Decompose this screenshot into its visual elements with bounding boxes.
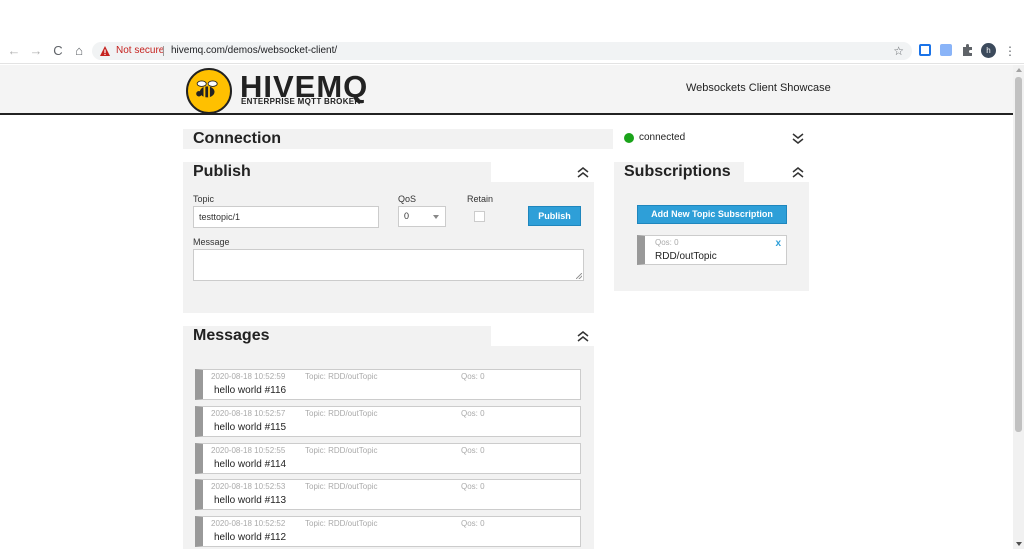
- browser-tab-strip: [0, 0, 1024, 38]
- message-topic: Topic: RDD/outTopic: [305, 519, 378, 528]
- message-item: 2020-08-18 10:52:57 Topic: RDD/outTopic …: [195, 406, 581, 437]
- chevron-down-icon: [433, 215, 439, 219]
- extension-cast-icon[interactable]: [919, 44, 931, 56]
- message-payload: hello world #115: [214, 422, 287, 433]
- extensions-puzzle-icon[interactable]: [961, 44, 973, 56]
- connection-status-dot: [624, 133, 634, 143]
- message-item: 2020-08-18 10:52:52 Topic: RDD/outTopic …: [195, 516, 581, 547]
- page-content: HIVEMQ ENTERPRISE MQTT BROKER Websockets…: [0, 65, 1013, 549]
- message-label: Message: [193, 237, 230, 247]
- add-subscription-button[interactable]: Add New Topic Subscription: [637, 205, 787, 224]
- collapse-publish-icon[interactable]: [576, 165, 590, 179]
- bookmark-star-icon[interactable]: ☆: [893, 42, 904, 60]
- scroll-down-arrow-icon[interactable]: [1016, 542, 1022, 546]
- message-payload: hello world #112: [214, 532, 287, 543]
- message-timestamp: 2020-08-18 10:52:52: [211, 519, 286, 528]
- retain-label: Retain: [467, 194, 494, 204]
- message-timestamp: 2020-08-18 10:52:53: [211, 482, 286, 491]
- message-qos: Qos: 0: [461, 409, 485, 418]
- message-qos: Qos: 0: [461, 519, 485, 528]
- subscription-qos: Qos: 0: [655, 238, 679, 247]
- topic-label: Topic: [193, 194, 215, 204]
- message-item: 2020-08-18 10:52:55 Topic: RDD/outTopic …: [195, 443, 581, 474]
- scroll-up-arrow-icon[interactable]: [1016, 68, 1022, 72]
- publish-panel: [183, 182, 594, 313]
- message-topic: Topic: RDD/outTopic: [305, 409, 378, 418]
- message-topic: Topic: RDD/outTopic: [305, 446, 378, 455]
- message-textarea[interactable]: [193, 249, 584, 281]
- browser-toolbar: ← → C ⌂ Not secure hivemq.com/demos/webs…: [0, 38, 1024, 64]
- forward-icon[interactable]: →: [28, 43, 44, 59]
- unsubscribe-close-icon[interactable]: x: [775, 238, 781, 249]
- connection-title: Connection: [193, 130, 281, 147]
- qos-label: QoS: [398, 194, 417, 204]
- security-label[interactable]: Not secure: [116, 42, 164, 60]
- message-timestamp: 2020-08-18 10:52:55: [211, 446, 286, 455]
- collapse-messages-icon[interactable]: [576, 329, 590, 343]
- resize-grip-icon[interactable]: [576, 273, 582, 279]
- message-qos: Qos: 0: [461, 482, 485, 491]
- message-timestamp: 2020-08-18 10:52:59: [211, 372, 286, 381]
- subscription-topic: RDD/outTopic: [655, 251, 717, 262]
- collapse-subscriptions-icon[interactable]: [791, 165, 805, 179]
- omnibox-divider: [163, 46, 164, 56]
- warning-icon: [100, 46, 110, 56]
- url-text[interactable]: hivemq.com/demos/websocket-client/: [171, 42, 337, 60]
- message-payload: hello world #116: [214, 385, 287, 396]
- bee-logo-icon: [186, 68, 232, 114]
- message-timestamp: 2020-08-18 10:52:57: [211, 409, 286, 418]
- message-item: 2020-08-18 10:52:59 Topic: RDD/outTopic …: [195, 369, 581, 400]
- message-item: 2020-08-18 10:52:53 Topic: RDD/outTopic …: [195, 479, 581, 510]
- qos-select[interactable]: 0: [398, 206, 446, 227]
- subscriptions-title: Subscriptions: [624, 163, 731, 180]
- scrollbar-thumb[interactable]: [1015, 77, 1022, 432]
- qos-value: 0: [404, 211, 410, 221]
- publish-title: Publish: [193, 163, 251, 180]
- publish-button[interactable]: Publish: [528, 206, 581, 226]
- showcase-title: Websockets Client Showcase: [686, 82, 831, 94]
- subscription-item[interactable]: Qos: 0 RDD/outTopic x: [637, 235, 787, 265]
- site-header: HIVEMQ ENTERPRISE MQTT BROKER Websockets…: [0, 65, 1013, 115]
- back-icon[interactable]: ←: [6, 43, 22, 59]
- message-payload: hello world #114: [214, 459, 287, 470]
- retain-checkbox[interactable]: [474, 211, 485, 222]
- message-qos: Qos: 0: [461, 446, 485, 455]
- brand-tagline: ENTERPRISE MQTT BROKER: [241, 97, 361, 106]
- address-bar[interactable]: Not secure hivemq.com/demos/websocket-cl…: [92, 42, 912, 60]
- message-qos: Qos: 0: [461, 372, 485, 381]
- expand-connection-icon[interactable]: [791, 132, 805, 146]
- home-icon[interactable]: ⌂: [71, 43, 87, 59]
- message-payload: hello world #113: [214, 495, 287, 506]
- extension-window-icon[interactable]: [940, 44, 952, 56]
- message-topic: Topic: RDD/outTopic: [305, 372, 378, 381]
- page-scrollbar[interactable]: [1013, 65, 1024, 549]
- topic-input[interactable]: testtopic/1: [193, 206, 379, 228]
- browser-menu-icon[interactable]: ⋮: [1004, 43, 1016, 59]
- profile-avatar[interactable]: h: [981, 43, 996, 58]
- message-topic: Topic: RDD/outTopic: [305, 482, 378, 491]
- messages-title: Messages: [193, 327, 270, 344]
- connection-status: connected: [639, 132, 686, 143]
- reload-icon[interactable]: C: [50, 43, 66, 59]
